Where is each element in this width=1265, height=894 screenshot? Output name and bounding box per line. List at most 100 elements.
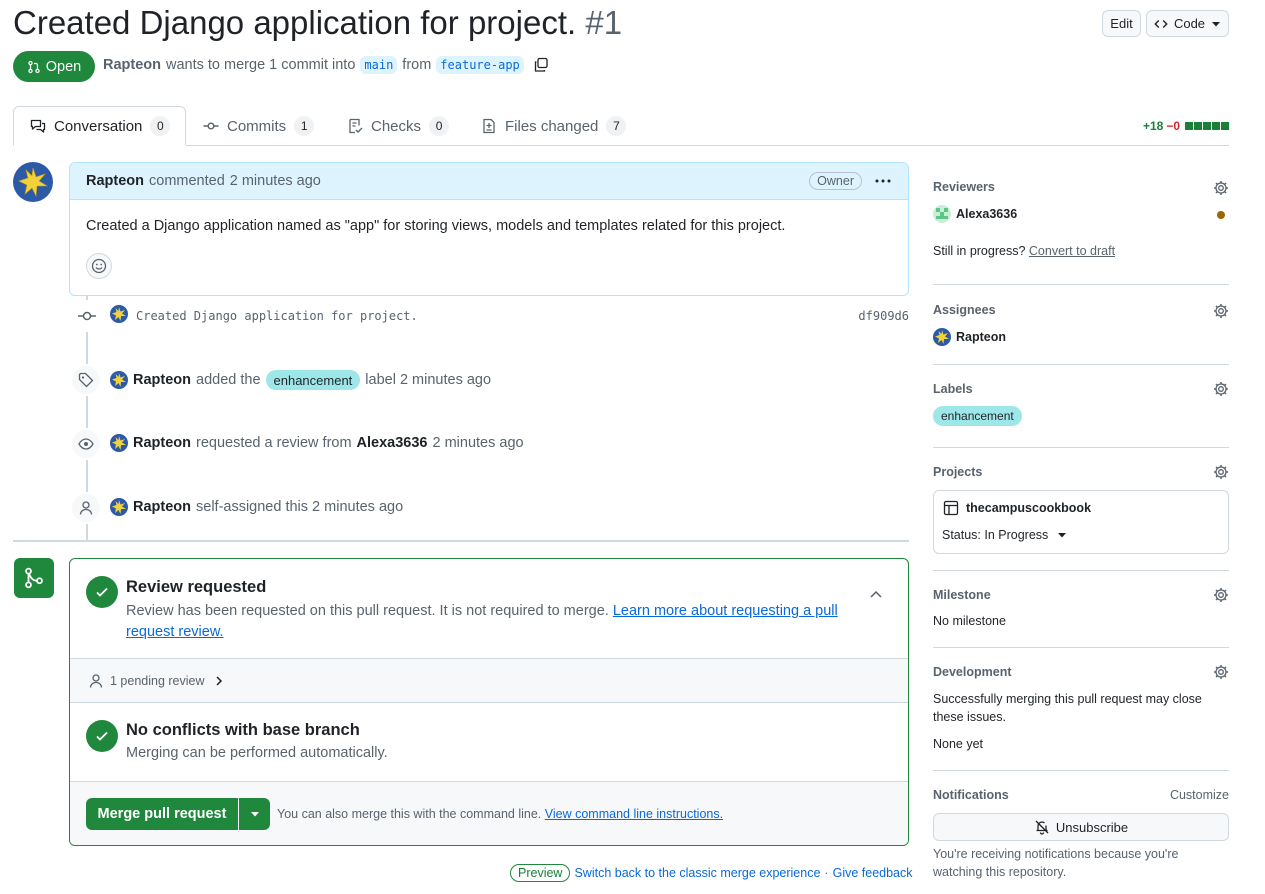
comment-header: Rapteon commented 2 minutes ago Owner xyxy=(70,163,908,200)
eye-icon xyxy=(78,438,94,450)
project-card: thecampuscookbook Status: In Progress xyxy=(933,490,1229,554)
assignee-avatar xyxy=(933,328,951,346)
actor-avatar[interactable] xyxy=(110,434,128,452)
actor-avatar[interactable] xyxy=(110,498,128,516)
kebab-horizontal-icon[interactable] xyxy=(874,173,892,189)
smiley-icon xyxy=(91,258,107,274)
pending-review-row[interactable]: 1 pending review xyxy=(70,658,908,703)
preview-badge: Preview xyxy=(510,864,571,882)
convert-to-draft-link[interactable]: Convert to draft xyxy=(1029,244,1115,258)
git-commit-icon xyxy=(70,300,104,332)
project-status-select[interactable]: Status: In Progress xyxy=(942,528,1067,542)
tab-conversation[interactable]: Conversation 0 xyxy=(14,106,186,146)
tab-checks[interactable]: Checks 0 xyxy=(331,106,465,146)
notifications-desc: You're receiving notifications because y… xyxy=(933,847,1179,879)
sidebar-label-enhancement[interactable]: enhancement xyxy=(933,406,1022,426)
conflict-desc: Merging can be performed automatically. xyxy=(126,745,388,761)
reviewer-row[interactable]: Alexa3636 xyxy=(933,205,1017,223)
base-branch[interactable]: main xyxy=(360,56,398,74)
merge-method-dropdown[interactable] xyxy=(239,798,270,830)
development-heading: Development xyxy=(933,665,1012,679)
code-button[interactable]: Code xyxy=(1146,10,1229,37)
merge-status-icon xyxy=(14,558,54,598)
identicon-icon xyxy=(936,208,948,219)
comment-author-avatar[interactable] xyxy=(13,162,53,202)
review-request-event: Rapteon requested a review from Alexa363… xyxy=(70,428,909,460)
tab-commits[interactable]: Commits 1 xyxy=(187,106,330,146)
add-reaction-button[interactable] xyxy=(86,253,112,279)
timeline-divider xyxy=(13,540,909,542)
state-badge: Open xyxy=(13,51,95,82)
bell-slash-icon xyxy=(1035,820,1049,835)
actor-name[interactable]: Rapteon xyxy=(133,499,191,515)
chevron-right-icon xyxy=(215,675,222,686)
commit-author-avatar[interactable] xyxy=(110,305,128,323)
copy-icon[interactable] xyxy=(533,57,549,73)
merge-footer: Preview Switch back to the classic merge… xyxy=(510,864,913,882)
comment-box: Rapteon commented 2 minutes ago Owner Cr… xyxy=(69,162,909,296)
pending-review-text: 1 pending review xyxy=(110,673,205,688)
assignee-row[interactable]: Rapteon xyxy=(933,328,1006,346)
person-icon xyxy=(79,501,93,515)
customize-link[interactable]: Customize xyxy=(1170,788,1229,802)
comment-discussion-icon xyxy=(30,119,46,133)
assignees-heading: Assignees xyxy=(933,303,996,317)
labels-heading: Labels xyxy=(933,382,973,396)
notifications-heading: Notifications xyxy=(933,788,1009,802)
commit-sha[interactable]: df909d6 xyxy=(858,309,909,323)
tab-files-changed[interactable]: Files changed 7 xyxy=(465,106,642,146)
gear-icon[interactable] xyxy=(1213,587,1229,603)
pr-author[interactable]: Rapteon xyxy=(103,57,161,73)
merge-box: Review requested Review has been request… xyxy=(69,558,909,846)
head-branch[interactable]: feature-app xyxy=(436,56,524,74)
tag-icon xyxy=(78,372,94,388)
comment-body: Created a Django application named as "a… xyxy=(86,218,786,234)
sun-avatar-icon xyxy=(112,373,126,387)
chevron-up-icon[interactable] xyxy=(868,587,884,603)
git-merge-icon xyxy=(25,567,43,589)
switch-classic-link[interactable]: Switch back to the classic merge experie… xyxy=(574,866,820,880)
gear-icon[interactable] xyxy=(1213,180,1229,196)
actor-avatar[interactable] xyxy=(110,371,128,389)
merge-action-row: Merge pull request You can also merge th… xyxy=(70,781,908,845)
reviewer-name[interactable]: Alexa3636 xyxy=(357,435,428,451)
sun-avatar-icon xyxy=(18,167,49,198)
gear-icon[interactable] xyxy=(1213,464,1229,480)
milestone-value: No milestone xyxy=(933,614,1006,628)
owner-badge: Owner xyxy=(809,172,862,190)
gear-icon[interactable] xyxy=(1213,664,1229,680)
sun-avatar-icon xyxy=(112,307,126,321)
give-feedback-link[interactable]: Give feedback xyxy=(833,866,913,880)
sun-avatar-icon xyxy=(112,436,126,450)
review-title: Review requested xyxy=(126,578,267,596)
comment-author[interactable]: Rapteon xyxy=(86,173,144,189)
label-event: Rapteon added the enhancement label 2 mi… xyxy=(70,364,909,396)
merge-pull-request-button[interactable]: Merge pull request xyxy=(86,798,238,830)
checklist-icon xyxy=(349,118,363,134)
file-diff-icon xyxy=(483,118,495,134)
sun-avatar-icon xyxy=(112,500,126,514)
gear-icon[interactable] xyxy=(1213,303,1229,319)
sidebar-divider xyxy=(933,570,1229,571)
git-commit-icon xyxy=(203,122,219,130)
cli-instructions-link[interactable]: View command line instructions. xyxy=(545,807,723,821)
reviewers-heading: Reviewers xyxy=(933,180,995,194)
actor-name[interactable]: Rapteon xyxy=(133,435,191,451)
project-link[interactable]: thecampuscookbook xyxy=(943,500,1091,516)
sidebar-divider xyxy=(933,647,1229,648)
comment-time[interactable]: 2 minutes ago xyxy=(230,173,321,189)
conflict-title: No conflicts with base branch xyxy=(126,721,360,739)
sidebar-divider xyxy=(933,284,1229,285)
edit-button[interactable]: Edit xyxy=(1102,10,1141,37)
gear-icon[interactable] xyxy=(1213,381,1229,397)
triangle-down-icon xyxy=(1212,21,1221,26)
conflict-status-section: No conflicts with base branch Merging ca… xyxy=(70,703,908,781)
check-circle-icon xyxy=(86,720,118,752)
commit-message[interactable]: Created Django application for project. xyxy=(136,309,418,323)
projects-heading: Projects xyxy=(933,465,983,479)
unsubscribe-button[interactable]: Unsubscribe xyxy=(933,813,1229,841)
label-enhancement[interactable]: enhancement xyxy=(265,370,361,390)
development-desc: Successfully merging this pull request m… xyxy=(933,692,1202,724)
sidebar-divider xyxy=(933,770,1229,771)
actor-name[interactable]: Rapteon xyxy=(133,372,191,388)
